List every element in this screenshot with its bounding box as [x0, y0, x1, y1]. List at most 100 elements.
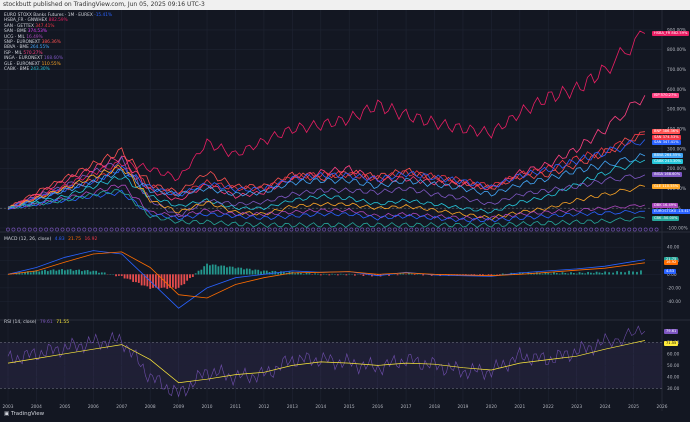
macd-histogram-bar: [567, 273, 570, 275]
macd-histogram-bar: [63, 270, 66, 275]
legend-symbol: SAN · BME: [4, 29, 28, 35]
macd-label: MACD (12, 26, close) 4.83 21.75 16.92: [4, 237, 97, 242]
macd-histogram-bar: [553, 272, 555, 275]
rsi-name: RSI (14, close): [4, 320, 37, 325]
price-tag: INGA 168.60%: [652, 172, 683, 178]
macd-histogram-bar: [245, 268, 248, 275]
macd-histogram-bar: [41, 270, 44, 275]
legend: EURO STOXX Banks Futures · 1M · EUREX -1…: [4, 13, 112, 72]
macd-histogram-bar: [248, 268, 251, 275]
macd-histogram-bar: [183, 274, 186, 285]
rsi-tag: 79.61: [664, 328, 679, 334]
macd-histogram-bar: [55, 270, 58, 275]
publisher-header: stockbutt published on TradingView.com, …: [0, 0, 690, 10]
macd-histogram-bar: [640, 270, 642, 275]
tradingview-logo: ▣ TradingView: [4, 411, 44, 417]
macd-histogram-bar: [126, 274, 129, 279]
macd-histogram-bar: [132, 274, 135, 282]
legend-value: 882.59%: [48, 18, 68, 24]
x-tick-label: 2014: [315, 404, 326, 410]
macd-histogram-bar: [98, 272, 100, 275]
macd-histogram-bar: [95, 270, 98, 275]
rsi-tick-label: 30.00: [667, 386, 680, 392]
macd-histogram-bar: [581, 272, 584, 275]
macd-histogram-bar: [197, 270, 200, 275]
macd-histogram-bar: [200, 269, 203, 275]
macd-value-1: 4.83: [54, 237, 65, 242]
x-tick-label: 2015: [344, 404, 355, 410]
macd-histogram-bar: [601, 272, 604, 275]
macd-histogram-bar: [541, 273, 544, 275]
price-tag: HSBA_FR 882.59%: [652, 30, 690, 36]
price-tag: CBK -50.00%: [652, 215, 680, 221]
legend-symbol: GLE · EURONEXT: [4, 61, 42, 67]
macd-histogram-bar: [555, 272, 558, 275]
y-tick-label: 500.00%: [667, 107, 686, 113]
macd-histogram-bar: [314, 273, 316, 275]
macd-histogram-bar: [194, 273, 197, 275]
y-tick-label: 200.00%: [667, 166, 686, 172]
macd-histogram-bar: [72, 270, 75, 275]
macd-histogram-bar: [322, 273, 325, 275]
y-tick-label: 300.00%: [667, 146, 686, 152]
macd-histogram-bar: [402, 273, 405, 275]
macd-histogram-bar: [237, 267, 240, 275]
macd-histogram-bar: [254, 269, 257, 275]
x-tick-label: 2020: [486, 404, 497, 410]
x-tick-label: 2004: [31, 404, 42, 410]
macd-histogram-bar: [396, 274, 399, 276]
macd-histogram-bar: [302, 273, 305, 275]
macd-histogram-bar: [66, 269, 69, 275]
macd-histogram-bar: [399, 273, 402, 275]
macd-histogram-bar: [208, 265, 211, 275]
macd-histogram-bar: [575, 273, 578, 275]
x-tick-label: 2010: [202, 404, 213, 410]
macd-histogram-bar: [61, 269, 63, 275]
macd-histogram-bar: [220, 265, 223, 275]
macd-histogram-bar: [578, 272, 581, 275]
macd-histogram-bar: [271, 270, 274, 275]
macd-histogram-bar: [146, 274, 149, 287]
price-tag: DBK 16.49%: [652, 202, 679, 208]
x-tick-label: 2009: [173, 404, 184, 410]
macd-tag: 4.83: [664, 268, 677, 274]
legend-item[interactable]: CABK · BME 243.30%: [4, 67, 112, 72]
price-tag: GLE 110.55%: [652, 183, 681, 189]
macd-histogram-bar: [608, 272, 611, 275]
price-tag: BNP 386.36%: [652, 129, 681, 135]
macd-histogram-bar: [160, 274, 163, 288]
y-tick-label: 600.00%: [667, 87, 686, 93]
macd-histogram-bar: [52, 269, 55, 275]
x-tick-label: 2008: [145, 404, 156, 410]
x-tick-label: 2026: [657, 404, 668, 410]
macd-histogram-bar: [223, 265, 226, 275]
y-tick-label: 800.00%: [667, 47, 686, 53]
y-tick-label: 700.00%: [667, 67, 686, 73]
macd-histogram-bar: [561, 272, 564, 275]
rsi-value-1: 79.61: [39, 320, 53, 325]
macd-histogram-bar: [100, 272, 103, 275]
rsi-value-2: 71.55: [56, 320, 70, 325]
macd-histogram-bar: [345, 274, 348, 276]
price-tag: SAN 374.53%: [652, 134, 681, 140]
macd-histogram-bar: [129, 274, 132, 280]
rsi-tick-label: 40.00: [667, 374, 680, 380]
legend-value: 168.60%: [43, 56, 63, 62]
price-tag: CABK 243.30%: [652, 158, 683, 164]
macd-histogram-bar: [572, 273, 575, 275]
macd-value-2: 21.75: [68, 237, 81, 242]
macd-histogram-bar: [174, 274, 177, 289]
macd-histogram-bar: [328, 274, 331, 276]
macd-histogram-bar: [228, 266, 231, 275]
macd-histogram-bar: [336, 274, 339, 276]
macd-histogram-bar: [86, 270, 89, 275]
price-tag: ISP 570.27%: [652, 92, 679, 98]
macd-histogram-bar: [103, 272, 106, 275]
macd-histogram-bar: [214, 264, 217, 275]
macd-histogram-bar: [632, 271, 634, 275]
macd-histogram-bar: [308, 273, 311, 275]
x-tick-label: 2017: [401, 404, 412, 410]
macd-histogram-bar: [257, 269, 260, 275]
macd-histogram-bar: [342, 273, 345, 275]
macd-histogram-bar: [211, 264, 214, 275]
